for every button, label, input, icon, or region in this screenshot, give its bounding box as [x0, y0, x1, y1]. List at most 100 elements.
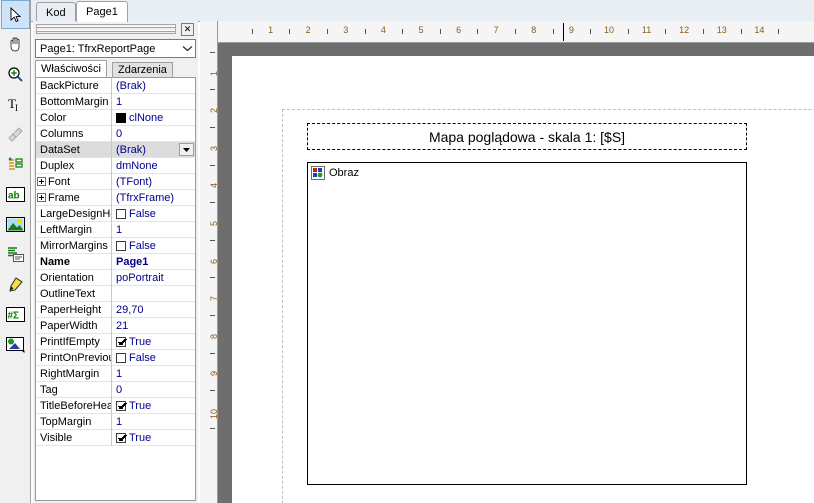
- memo-object-title[interactable]: Mapa poglądowa - skala 1: [$S]: [307, 123, 747, 150]
- color-swatch-icon: [116, 112, 126, 123]
- property-name: DataSet: [36, 141, 112, 158]
- picture-tool[interactable]: [1, 210, 30, 239]
- dataset-dropdown-button[interactable]: [179, 143, 194, 156]
- property-value[interactable]: True: [112, 430, 195, 446]
- insert-band-icon: [7, 156, 24, 173]
- property-row-visible[interactable]: Visible True: [36, 429, 195, 446]
- property-value[interactable]: False: [112, 206, 195, 222]
- property-row-paperheight[interactable]: PaperHeight 29,70: [36, 301, 195, 318]
- property-row-outlinetext[interactable]: OutlineText: [36, 285, 195, 302]
- property-row-leftmargin[interactable]: LeftMargin 1: [36, 221, 195, 238]
- property-row-bottommargin[interactable]: BottomMargin 1: [36, 93, 195, 110]
- picture-object[interactable]: Obraz: [307, 162, 747, 485]
- property-row-largedesignheight[interactable]: LargeDesignHeight False: [36, 205, 195, 222]
- tab-events[interactable]: Zdarzenia: [112, 62, 173, 77]
- property-row-columns[interactable]: Columns 0: [36, 125, 195, 142]
- ruler-label: 9: [568, 25, 574, 35]
- ruler-label: 11: [641, 25, 652, 35]
- property-value[interactable]: clNone: [112, 110, 195, 126]
- property-value[interactable]: poPortrait: [112, 270, 195, 286]
- property-value[interactable]: 1: [112, 366, 195, 382]
- document-tab-kod[interactable]: Kod: [36, 2, 76, 22]
- tab-properties[interactable]: Właściwości: [35, 60, 107, 77]
- object-selector-combobox[interactable]: Page1: TfrxReportPage: [35, 39, 196, 58]
- insert-band-tool[interactable]: [1, 150, 30, 179]
- checkbox-unchecked-icon[interactable]: [116, 240, 126, 251]
- property-row-color[interactable]: Color clNone: [36, 109, 195, 126]
- checkbox-checked-icon[interactable]: [116, 432, 126, 443]
- property-name: Visible: [36, 429, 112, 446]
- property-row-rightmargin[interactable]: RightMargin 1: [36, 365, 195, 382]
- ruler-label: 7: [209, 296, 218, 302]
- panel-title-bar[interactable]: ✕: [33, 21, 198, 38]
- format-painter-tool[interactable]: [1, 120, 30, 149]
- select-tool[interactable]: [1, 0, 30, 29]
- property-value[interactable]: [112, 286, 195, 302]
- zoom-tool[interactable]: [1, 60, 30, 89]
- property-value[interactable]: 1: [112, 94, 195, 110]
- ruler-label: 6: [209, 258, 218, 264]
- ruler-label: 6: [456, 25, 462, 35]
- property-row-tag[interactable]: Tag 0: [36, 381, 195, 398]
- property-value[interactable]: True: [112, 334, 195, 350]
- line-tool[interactable]: [1, 270, 30, 299]
- property-row-frame[interactable]: Frame (TfrxFrame): [36, 189, 195, 206]
- property-value[interactable]: 1: [112, 222, 195, 238]
- report-page-canvas[interactable]: Mapa poglądowa - skala 1: [$S] Obraz: [232, 56, 814, 503]
- property-value[interactable]: (TFont): [112, 174, 195, 190]
- property-value[interactable]: 0: [112, 382, 195, 398]
- designer-workspace[interactable]: Mapa poglądowa - skala 1: [$S] Obraz: [218, 43, 814, 503]
- panel-close-button[interactable]: ✕: [181, 23, 194, 36]
- property-value[interactable]: 0: [112, 126, 195, 142]
- text-tool[interactable]: T I: [1, 90, 30, 119]
- ruler-label: 10: [603, 25, 615, 35]
- aggregate-tool[interactable]: #Σ: [1, 300, 30, 329]
- property-value[interactable]: 21: [112, 318, 195, 334]
- memo-tool[interactable]: ab: [1, 180, 30, 209]
- property-row-dataset[interactable]: DataSet (Brak): [36, 141, 195, 158]
- vertical-ruler[interactable]: 1 2 3 4 5 6 7 8 9 10: [200, 21, 218, 503]
- property-value[interactable]: dmNone: [112, 158, 195, 174]
- document-tab-label: Page1: [86, 6, 118, 18]
- property-grid[interactable]: BackPicture (Brak) BottomMargin 1 Color …: [35, 77, 196, 501]
- hand-tool[interactable]: [1, 30, 30, 59]
- chart-tool[interactable]: [1, 330, 30, 359]
- property-value[interactable]: 1: [112, 414, 195, 430]
- horizontal-ruler[interactable]: 1 2 3 4 5 6 7 8 9 10 11 12 13 14: [218, 21, 814, 43]
- property-value[interactable]: False: [112, 238, 195, 254]
- property-value[interactable]: (Brak): [112, 78, 195, 94]
- property-row-duplex[interactable]: Duplex dmNone: [36, 157, 195, 174]
- property-row-orientation[interactable]: Orientation poPortrait: [36, 269, 195, 286]
- property-row-titlebeforeheader[interactable]: TitleBeforeHeader True: [36, 397, 195, 414]
- property-row-printifempty[interactable]: PrintIfEmpty True: [36, 333, 195, 350]
- property-value[interactable]: 29,70: [112, 302, 195, 318]
- expand-plus-icon[interactable]: [37, 193, 46, 202]
- property-value[interactable]: True: [112, 398, 195, 414]
- property-value[interactable]: Page1: [112, 254, 195, 270]
- checkbox-checked-icon[interactable]: [116, 400, 126, 411]
- checkbox-unchecked-icon[interactable]: [116, 208, 126, 219]
- picture-icon: [311, 166, 325, 180]
- property-value[interactable]: (TfrxFrame): [112, 190, 195, 206]
- tab-label: Właściwości: [41, 63, 101, 75]
- document-tab-page1[interactable]: Page1: [76, 1, 128, 22]
- chevron-down-icon[interactable]: [179, 40, 195, 57]
- panel-drag-grip[interactable]: [36, 24, 176, 34]
- property-row-mirrormargins[interactable]: MirrorMargins False: [36, 237, 195, 254]
- property-row-backpicture[interactable]: BackPicture (Brak): [36, 78, 195, 94]
- property-row-topmargin[interactable]: TopMargin 1: [36, 413, 195, 430]
- property-value-text: False: [129, 207, 156, 220]
- rich-text-tool[interactable]: [1, 240, 30, 269]
- property-value[interactable]: False: [112, 350, 195, 366]
- picture-icon: [6, 217, 25, 232]
- designer-tool-palette: T I ab #Σ: [0, 0, 31, 503]
- property-row-name[interactable]: Name Page1: [36, 253, 195, 270]
- checkbox-checked-icon[interactable]: [116, 336, 126, 347]
- property-row-paperwidth[interactable]: PaperWidth 21: [36, 317, 195, 334]
- tab-label: Zdarzenia: [118, 64, 167, 76]
- ruler-tick: [665, 29, 667, 34]
- checkbox-unchecked-icon[interactable]: [116, 352, 126, 363]
- property-row-printonpreviouspage[interactable]: PrintOnPreviousPage False: [36, 349, 195, 366]
- property-row-font[interactable]: Font (TFont): [36, 173, 195, 190]
- expand-plus-icon[interactable]: [37, 177, 46, 186]
